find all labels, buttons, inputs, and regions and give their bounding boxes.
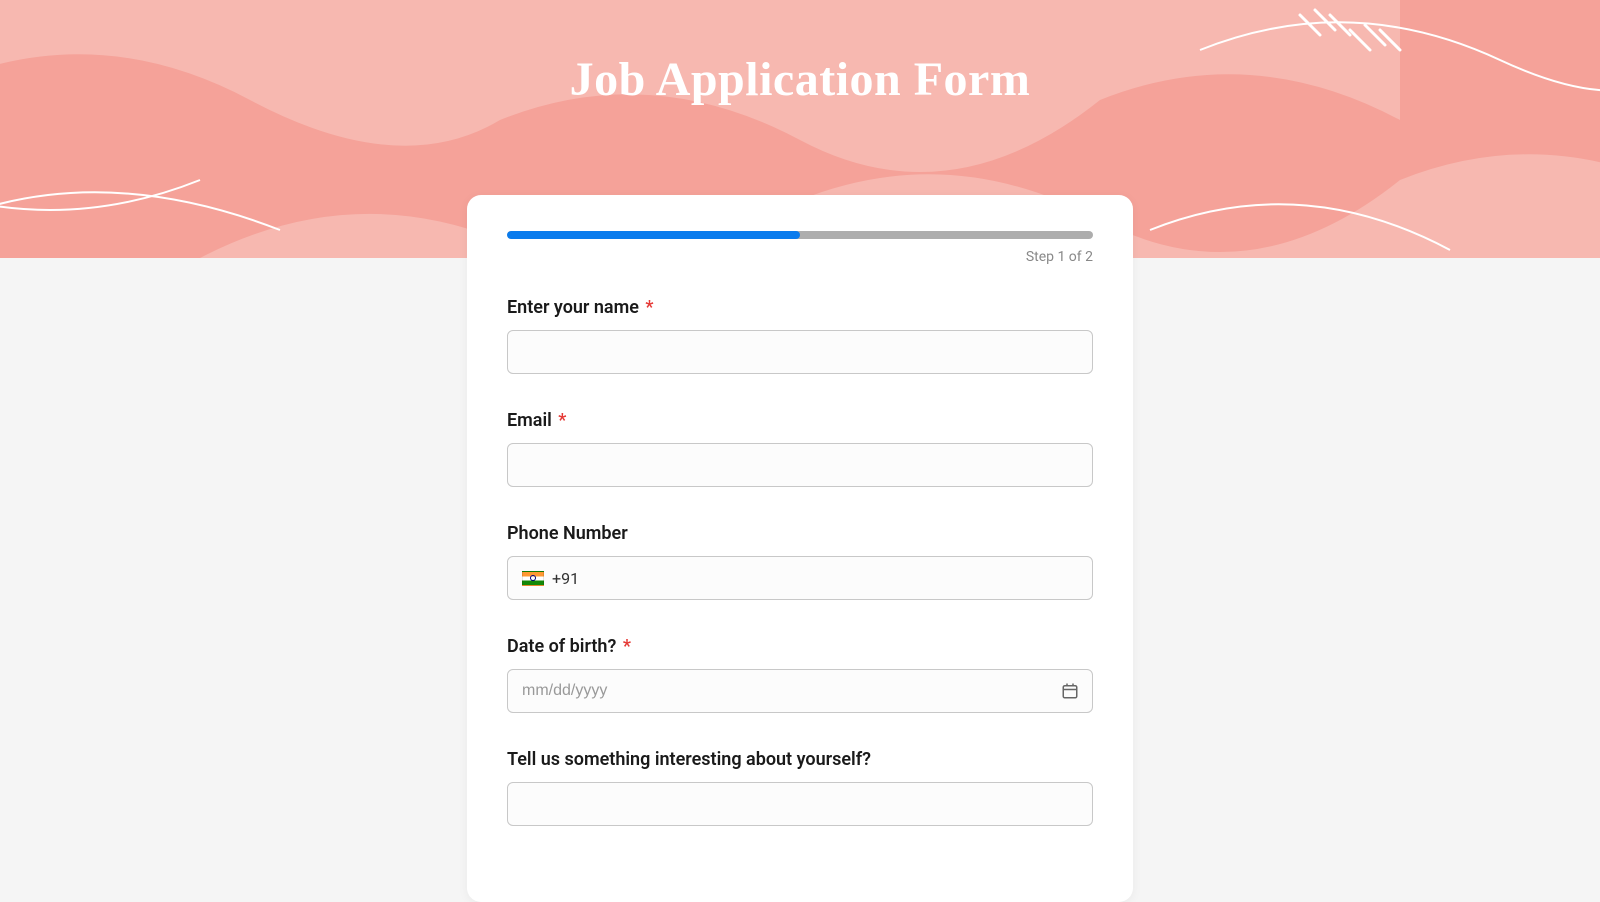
form-group-phone: Phone Number +91 <box>507 523 1093 600</box>
form-group-name: Enter your name * <box>507 297 1093 374</box>
dob-input[interactable] <box>507 669 1093 713</box>
date-input-wrapper <box>507 669 1093 713</box>
progress-fill <box>507 231 800 239</box>
phone-input-wrapper[interactable]: +91 <box>507 556 1093 600</box>
email-label-text: Email <box>507 410 552 431</box>
page-title: Job Application Form <box>0 0 1600 107</box>
phone-label-text: Phone Number <box>507 523 628 544</box>
required-asterisk: * <box>623 636 631 657</box>
dob-label: Date of birth? * <box>507 636 1093 657</box>
country-code: +91 <box>552 569 579 588</box>
form-group-email: Email * <box>507 410 1093 487</box>
required-asterisk: * <box>645 297 653 318</box>
email-label: Email * <box>507 410 1093 431</box>
email-input[interactable] <box>507 443 1093 487</box>
about-label: Tell us something interesting about your… <box>507 749 1093 770</box>
phone-label: Phone Number <box>507 523 1093 544</box>
name-input[interactable] <box>507 330 1093 374</box>
about-input[interactable] <box>507 782 1093 826</box>
required-asterisk: * <box>558 410 566 431</box>
phone-input[interactable] <box>579 569 1078 587</box>
step-indicator: Step 1 of 2 <box>507 249 1093 265</box>
form-group-dob: Date of birth? * <box>507 636 1093 713</box>
about-label-text: Tell us something interesting about your… <box>507 749 871 770</box>
form-card: Step 1 of 2 Enter your name * Email * Ph… <box>467 195 1133 902</box>
flag-icon-india <box>522 571 544 586</box>
progress-container <box>507 231 1093 239</box>
progress-bar <box>507 231 1093 239</box>
name-label: Enter your name * <box>507 297 1093 318</box>
name-label-text: Enter your name <box>507 297 639 318</box>
form-group-about: Tell us something interesting about your… <box>507 749 1093 826</box>
dob-label-text: Date of birth? <box>507 636 616 657</box>
